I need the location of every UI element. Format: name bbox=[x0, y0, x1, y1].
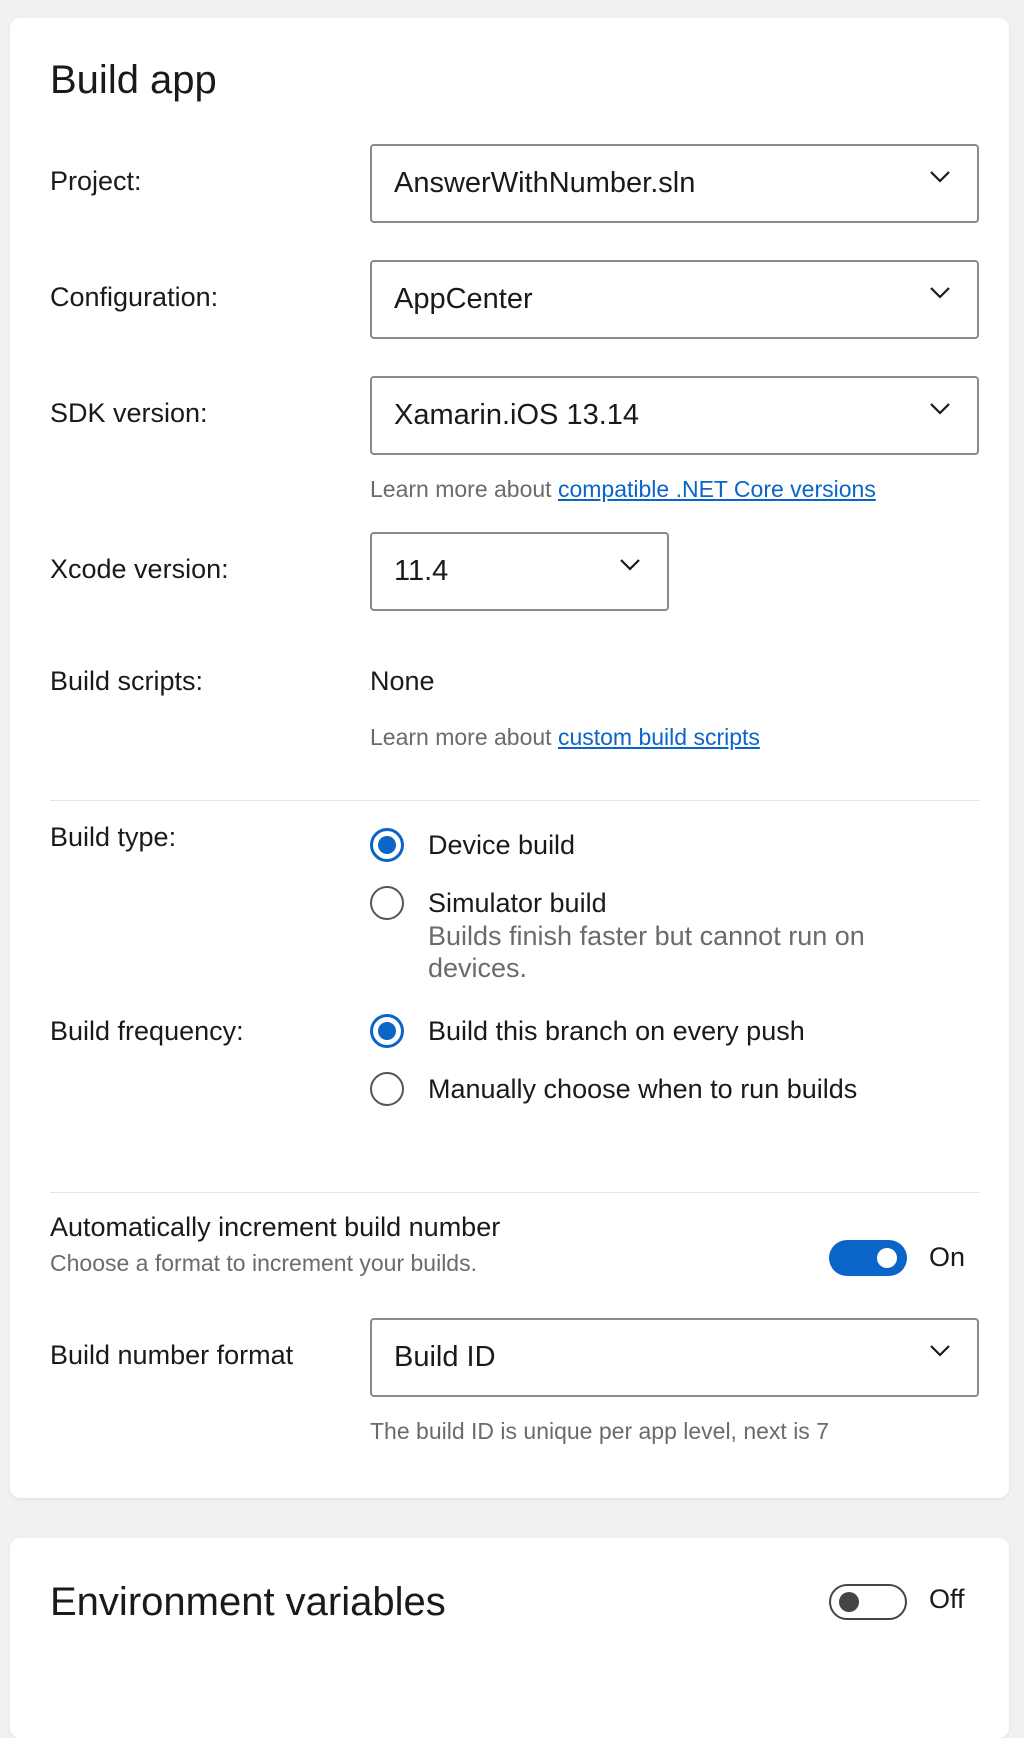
build-scripts-label: Build scripts: bbox=[50, 666, 204, 696]
radio-label: Manually choose when to run builds bbox=[428, 1074, 858, 1104]
divider bbox=[50, 1192, 979, 1193]
xcode-version-label: Xcode version: bbox=[50, 554, 229, 584]
radio-every-push[interactable]: Build this branch on every push bbox=[370, 1014, 805, 1048]
build-scripts-hint: Learn more about custom build scripts bbox=[370, 724, 760, 751]
radio-label: Simulator build bbox=[428, 888, 607, 918]
auto-increment-description: Choose a format to increment your builds… bbox=[50, 1250, 477, 1276]
page-title: Build app bbox=[50, 58, 217, 102]
radio-unchecked-icon bbox=[370, 1072, 404, 1106]
configuration-label: Configuration: bbox=[50, 282, 219, 312]
project-select-value: AnswerWithNumber.sln bbox=[394, 167, 696, 199]
sdk-version-select[interactable]: Xamarin.iOS 13.14 bbox=[370, 376, 979, 455]
auto-increment-state: On bbox=[929, 1242, 966, 1272]
build-number-format-value: Build ID bbox=[394, 1341, 496, 1373]
configuration-select-value: AppCenter bbox=[394, 283, 533, 315]
radio-label: Build this branch on every push bbox=[428, 1016, 805, 1046]
build-scripts-value: None bbox=[370, 666, 435, 696]
environment-variables-toggle[interactable] bbox=[829, 1584, 907, 1620]
radio-checked-icon bbox=[370, 1014, 404, 1048]
auto-increment-toggle[interactable] bbox=[829, 1240, 907, 1276]
build-app-card: Build app Project: AnswerWithNumber.sln … bbox=[10, 18, 1009, 1498]
xcode-version-select[interactable]: 11.4 bbox=[370, 532, 669, 611]
sdk-version-select-value: Xamarin.iOS 13.14 bbox=[394, 399, 640, 431]
radio-device-build[interactable]: Device build bbox=[370, 828, 575, 862]
chevron-down-icon bbox=[929, 170, 951, 192]
project-label: Project: bbox=[50, 166, 142, 196]
radio-text-block: Simulator build Builds finish faster but… bbox=[428, 886, 948, 984]
chevron-down-icon bbox=[619, 558, 641, 580]
build-scripts-hint-text: Learn more about bbox=[370, 724, 558, 750]
radio-manual[interactable]: Manually choose when to run builds bbox=[370, 1072, 857, 1106]
sdk-version-hint: Learn more about compatible .NET Core ve… bbox=[370, 476, 876, 503]
chevron-down-icon bbox=[929, 286, 951, 308]
custom-build-scripts-link[interactable]: custom build scripts bbox=[558, 724, 760, 750]
environment-variables-title: Environment variables bbox=[50, 1580, 446, 1624]
radio-unchecked-icon bbox=[370, 886, 404, 920]
compatible-net-core-versions-link[interactable]: compatible .NET Core versions bbox=[558, 476, 876, 502]
radio-simulator-build[interactable]: Simulator build Builds finish faster but… bbox=[370, 886, 948, 984]
project-select[interactable]: AnswerWithNumber.sln bbox=[370, 144, 979, 223]
radio-description: Builds finish faster but cannot run on d… bbox=[428, 921, 865, 983]
build-number-format-select[interactable]: Build ID bbox=[370, 1318, 979, 1397]
build-type-label: Build type: bbox=[50, 822, 177, 852]
divider bbox=[50, 800, 979, 801]
environment-variables-state: Off bbox=[929, 1584, 965, 1614]
sdk-hint-text: Learn more about bbox=[370, 476, 558, 502]
build-frequency-label: Build frequency: bbox=[50, 1016, 244, 1046]
auto-increment-label: Automatically increment build number bbox=[50, 1212, 501, 1242]
build-number-format-hint: The build ID is unique per app level, ne… bbox=[370, 1418, 829, 1444]
configuration-select[interactable]: AppCenter bbox=[370, 260, 979, 339]
radio-label: Device build bbox=[428, 830, 576, 860]
toggle-knob bbox=[877, 1248, 897, 1268]
environment-variables-card: Environment variables Off bbox=[10, 1538, 1009, 1738]
toggle-knob bbox=[839, 1592, 859, 1612]
radio-checked-icon bbox=[370, 828, 404, 862]
sdk-version-label: SDK version: bbox=[50, 398, 208, 428]
chevron-down-icon bbox=[929, 402, 951, 424]
chevron-down-icon bbox=[929, 1344, 951, 1366]
build-number-format-label: Build number format bbox=[50, 1340, 294, 1370]
